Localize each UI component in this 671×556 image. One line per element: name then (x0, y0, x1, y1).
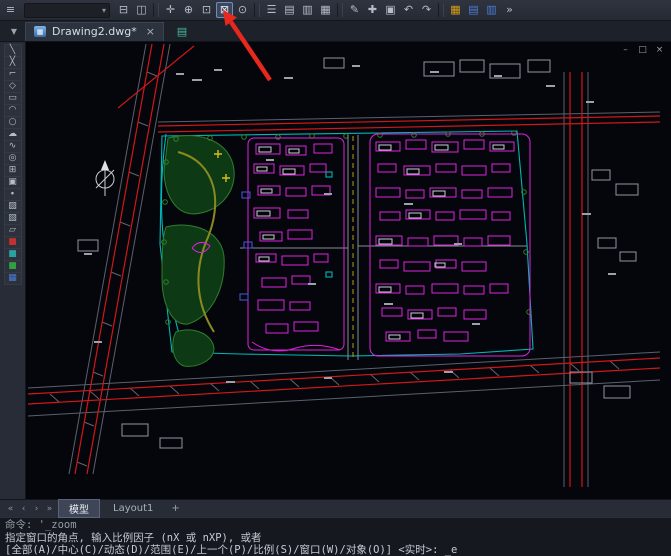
site-plan-svg[interactable] (26, 42, 671, 499)
layer-manager-icon[interactable]: ▤ (465, 2, 482, 18)
zoom-extents-icon[interactable]: ⊠ (216, 2, 233, 18)
command-line-panel[interactable]: 命令: '_zoom 指定窗口的角点, 输入比例因子 (nX 或 nXP), 或… (0, 517, 671, 556)
road-hatching (50, 72, 619, 466)
tab-label: Drawing2.dwg* (52, 25, 137, 38)
tiny-labels (84, 66, 616, 382)
tab-drawing2[interactable]: ▦ Drawing2.dwg* × (25, 22, 164, 41)
tab-layout1[interactable]: Layout1 (102, 501, 164, 516)
redo-icon[interactable]: ↷ (418, 2, 435, 18)
copy-icon[interactable]: ▣ (382, 2, 399, 18)
document-tab-bar: ▼ ▦ Drawing2.dwg* × ▤ (0, 21, 671, 42)
pan-icon[interactable]: ✛ (162, 2, 179, 18)
toolbar-separator (254, 3, 260, 17)
toolbar-separator (337, 3, 343, 17)
layer-states-icon[interactable]: ▥ (483, 2, 500, 18)
toolbar-overflow-icon[interactable]: » (501, 2, 518, 18)
blue-elements (240, 192, 252, 300)
menu-icon[interactable]: ≡ (2, 2, 19, 18)
top-toolbar: ≡ ▾ ⊟◫✛⊕⊡⊠⊙☰▤▥▦✎✚▣↶↷▦▤▥» (0, 0, 671, 21)
draw-icon-group: ╲╳⌐◇▭◠○☁∿◎⊞▣∙▨▧▱■■■▦ (4, 44, 22, 284)
toolbar-separator (438, 3, 444, 17)
move-icon[interactable]: ✚ (364, 2, 381, 18)
toolbar-icon-group: ⊟◫✛⊕⊡⊠⊙☰▤▥▦✎✚▣↶↷▦▤▥» (115, 2, 518, 18)
window-maximize-icon[interactable]: □ (638, 45, 647, 55)
new-drawing-tab-icon[interactable]: ▤ (171, 23, 193, 40)
properties-icon[interactable]: ☰ (263, 2, 280, 18)
left-draw-toolbar: ╲╳⌐◇▭◠○☁∿◎⊞▣∙▨▧▱■■■▦ (0, 42, 26, 499)
command-history-line-2: 指定窗口的角点, 输入比例因子 (nX 或 nXP), 或者 (5, 532, 666, 545)
undo-icon[interactable]: ↶ (400, 2, 417, 18)
buildings-magenta (192, 134, 530, 356)
workspace-dropdown[interactable]: ▾ (24, 3, 110, 18)
drawing-canvas[interactable]: – □ × (26, 42, 671, 499)
tool-palettes-icon[interactable]: ▥ (299, 2, 316, 18)
tab-nav-prev-icon[interactable]: ‹ (17, 504, 30, 514)
table-icon[interactable]: ▦ (447, 2, 464, 18)
layout-tab-bar: « ‹ › » 模型 Layout1 + (0, 499, 671, 517)
zoom-previous-icon[interactable]: ⊙ (234, 2, 251, 18)
dwg-file-icon: ▦ (34, 26, 46, 37)
command-prompt-line: [全部(A)/中心(C)/动态(D)/范围(E)/上一个(P)/比例(S)/窗口… (5, 544, 666, 556)
tab-list-dropdown-icon[interactable]: ▼ (6, 27, 22, 36)
zoom-realtime-icon[interactable]: ⊕ (180, 2, 197, 18)
tab-nav-next-icon[interactable]: › (30, 504, 43, 514)
layers-icon[interactable]: ▦ (4, 272, 22, 285)
sheet-set-manager-icon[interactable]: ▦ (317, 2, 334, 18)
tab-nav-first-icon[interactable]: « (4, 504, 17, 514)
window-close-icon[interactable]: × (655, 45, 664, 55)
tab-model[interactable]: 模型 (58, 499, 100, 518)
tab-close-icon[interactable]: × (146, 25, 155, 38)
window-minimize-icon[interactable]: – (621, 45, 630, 55)
plot-preview-icon[interactable]: ◫ (133, 2, 150, 18)
main-area: ╲╳⌐◇▭◠○☁∿◎⊞▣∙▨▧▱■■■▦ – □ × (0, 42, 671, 499)
tab-nav-last-icon[interactable]: » (43, 504, 56, 514)
command-history-line-1: 命令: '_zoom (5, 519, 666, 532)
add-layout-button[interactable]: + (164, 502, 186, 515)
drawing-window-controls: – □ × (621, 45, 664, 55)
toolbar-separator (153, 3, 159, 17)
designcenter-icon[interactable]: ▤ (281, 2, 298, 18)
chevron-down-icon: ▾ (102, 6, 106, 15)
north-arrow (96, 160, 114, 196)
match-properties-icon[interactable]: ✎ (346, 2, 363, 18)
plot-icon[interactable]: ⊟ (115, 2, 132, 18)
zoom-window-icon[interactable]: ⊡ (198, 2, 215, 18)
